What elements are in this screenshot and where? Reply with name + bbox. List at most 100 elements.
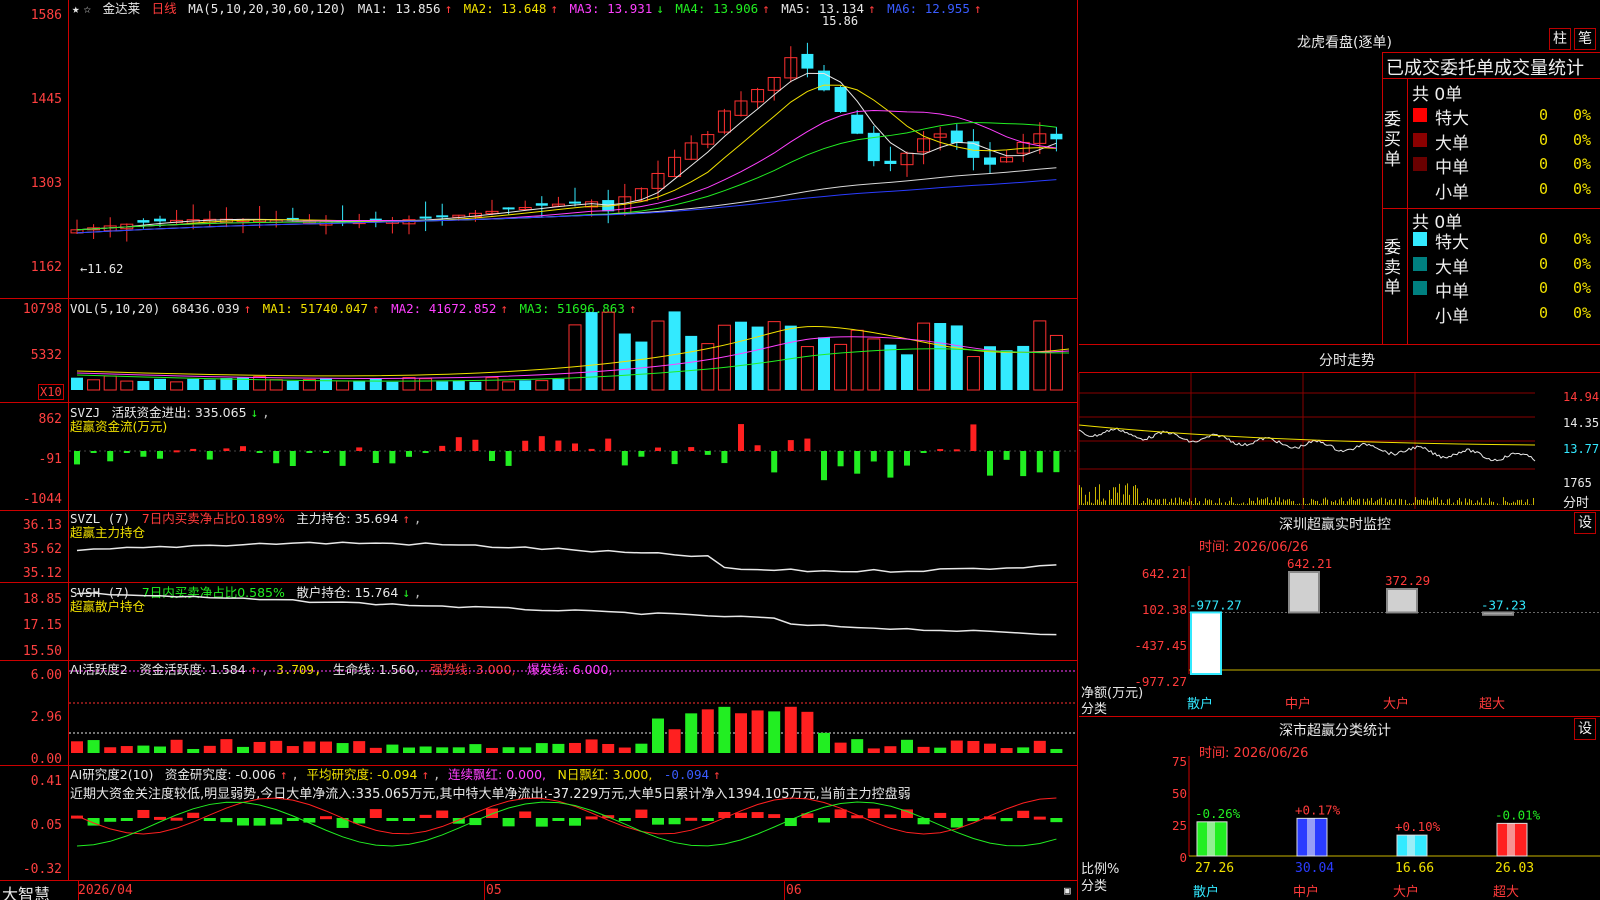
date-3: 06 bbox=[786, 883, 802, 898]
ai-research-bars[interactable] bbox=[69, 766, 1077, 880]
ai-research-bar bbox=[901, 809, 913, 818]
sz-class-set-button[interactable]: 设 bbox=[1574, 718, 1596, 740]
fund-flow-bar bbox=[704, 451, 711, 455]
btn-zhu[interactable]: 柱 bbox=[1549, 28, 1571, 50]
net-bar bbox=[1386, 588, 1418, 614]
intraday-chart[interactable] bbox=[1078, 373, 1536, 509]
ai-activity-bar bbox=[353, 741, 366, 753]
intraday-vol-bar bbox=[1457, 500, 1458, 505]
ai-activity-bar bbox=[502, 747, 515, 753]
sz-set-button[interactable]: 设 bbox=[1574, 512, 1596, 534]
ai-research-bar bbox=[818, 818, 830, 823]
right-panel: 龙虎看盘(逐单) 柱 笔 已成交委托单成交量统计 委买单 共 0单 委卖单 共 … bbox=[1078, 0, 1600, 900]
intraday-vol-bar bbox=[1123, 494, 1124, 505]
intraday-vol-bar bbox=[1215, 502, 1216, 505]
ai-activity-bar bbox=[851, 739, 864, 753]
main-chart-area[interactable]: ★ ☆ 金达莱 日线 MA(5,10,20,30,60,120) MA1: 13.… bbox=[0, 0, 1078, 900]
intraday-vol-bar bbox=[1133, 486, 1134, 505]
fund-flow-bar bbox=[953, 449, 960, 452]
intraday-vol-bar bbox=[1321, 503, 1322, 505]
volume-bar bbox=[386, 381, 399, 390]
volume-bar bbox=[901, 354, 913, 390]
intraday-vol-bar bbox=[1115, 487, 1116, 505]
ai-activity-bar bbox=[867, 748, 880, 753]
volume-bars[interactable] bbox=[69, 299, 1077, 402]
intraday-vol-bar bbox=[1515, 502, 1516, 505]
ai-research-bar bbox=[701, 818, 714, 821]
tab-volume-stats[interactable]: 成交量统计 bbox=[1494, 58, 1584, 79]
intraday-vol-bar bbox=[1167, 503, 1168, 505]
intraday-vol-bar bbox=[1129, 494, 1130, 505]
buy-total: 共 0单 bbox=[1412, 85, 1463, 105]
tab-filled[interactable]: 已成交 bbox=[1386, 58, 1440, 79]
ai-activity-bar bbox=[884, 746, 897, 753]
intraday-vol-bar bbox=[1509, 503, 1510, 505]
intraday-vol-bar bbox=[1475, 502, 1476, 505]
intraday-vol-bar bbox=[1469, 498, 1470, 505]
intraday-vol-bar bbox=[1185, 500, 1186, 505]
intraday-vol-bar bbox=[1359, 498, 1360, 505]
buy-row-name: 大单 bbox=[1435, 133, 1469, 154]
fund-flow-bars[interactable] bbox=[69, 403, 1077, 510]
fund-flow-bar bbox=[323, 451, 329, 453]
ai-activity-bar bbox=[967, 740, 980, 753]
ai-activity-bars[interactable] bbox=[69, 661, 1077, 765]
fund-flow-bar bbox=[837, 451, 844, 467]
intraday-vol-bar bbox=[1289, 498, 1290, 505]
ai-activity-bar bbox=[320, 741, 332, 753]
price-candles[interactable] bbox=[69, 0, 1077, 298]
intraday-vol-bar bbox=[1257, 497, 1258, 505]
ai-activity-bar bbox=[917, 746, 930, 753]
ai-activity-bar bbox=[751, 710, 764, 753]
intraday-vol-bar bbox=[1483, 503, 1484, 505]
intraday-vol-bar bbox=[1389, 499, 1390, 505]
intraday-vol-bar bbox=[1383, 504, 1384, 505]
buy-row-name: 特大 bbox=[1435, 109, 1469, 129]
candle-body bbox=[1050, 133, 1063, 140]
net-amount-chart[interactable]: -977.27 散户 642.21 中户 372.29 大户 -37.23 超大 bbox=[1079, 540, 1600, 712]
ai-research-bar bbox=[535, 818, 548, 827]
volume-bar bbox=[87, 379, 101, 391]
volume-bar bbox=[867, 338, 881, 391]
ai-activity-bar bbox=[701, 709, 714, 753]
volume-bar bbox=[402, 377, 416, 391]
main-holding-line[interactable] bbox=[69, 511, 1077, 582]
ai-active-axis-1: 6.00 bbox=[30, 668, 62, 683]
svzj-axis-1: 862 bbox=[38, 412, 62, 427]
ai-activity-bar bbox=[71, 741, 83, 753]
intraday-vol-bar bbox=[1427, 497, 1428, 505]
fund-flow-bar bbox=[206, 451, 213, 460]
intraday-vol-bar bbox=[1139, 503, 1140, 505]
ai-activity-bar bbox=[369, 747, 382, 753]
ai-research-bar bbox=[203, 818, 216, 821]
net-category-label: 散户 bbox=[1187, 696, 1213, 712]
sell-row-pct: 0% bbox=[1573, 303, 1592, 322]
intraday-vol-bar bbox=[1275, 497, 1276, 505]
volume-bar bbox=[170, 381, 184, 391]
fund-flow-bar bbox=[688, 447, 695, 451]
ai-activity-bar bbox=[1050, 748, 1063, 753]
class-ratio-chart[interactable]: -0.26% 27.26 散户 +0.17% 30.04 中户 +0.10% 16.66 大户 -… bbox=[1079, 740, 1600, 900]
volume-bar bbox=[154, 378, 166, 390]
ai-activity-bar bbox=[535, 743, 548, 753]
lock-icon[interactable]: ▣ bbox=[1064, 884, 1071, 897]
ai-activity-bar bbox=[469, 744, 482, 753]
ai-research-bar bbox=[834, 809, 847, 818]
fund-flow-bar bbox=[937, 449, 944, 452]
btn-bi[interactable]: 笔 bbox=[1574, 28, 1596, 50]
retail-holding-line[interactable] bbox=[69, 583, 1077, 660]
tab-orders[interactable]: 委托单 bbox=[1440, 58, 1494, 79]
intraday-vol-bar bbox=[1371, 497, 1372, 505]
intraday-vol-bar bbox=[1477, 500, 1478, 505]
fund-flow-bar bbox=[439, 445, 446, 451]
ai-research-bar bbox=[403, 818, 415, 821]
intraday-vol-bar bbox=[1305, 503, 1306, 505]
ai-active-axis-3: 0.00 bbox=[30, 752, 62, 767]
fund-flow-bar bbox=[787, 440, 794, 451]
intraday-vol-bar bbox=[1121, 502, 1122, 505]
intraday-vol-bar bbox=[1341, 497, 1342, 505]
intraday-vol-bar bbox=[1467, 502, 1468, 505]
intraday-vol-bar bbox=[1471, 500, 1472, 505]
intraday-vol-bar bbox=[1523, 504, 1524, 505]
intraday-vol-bar bbox=[1211, 500, 1212, 505]
